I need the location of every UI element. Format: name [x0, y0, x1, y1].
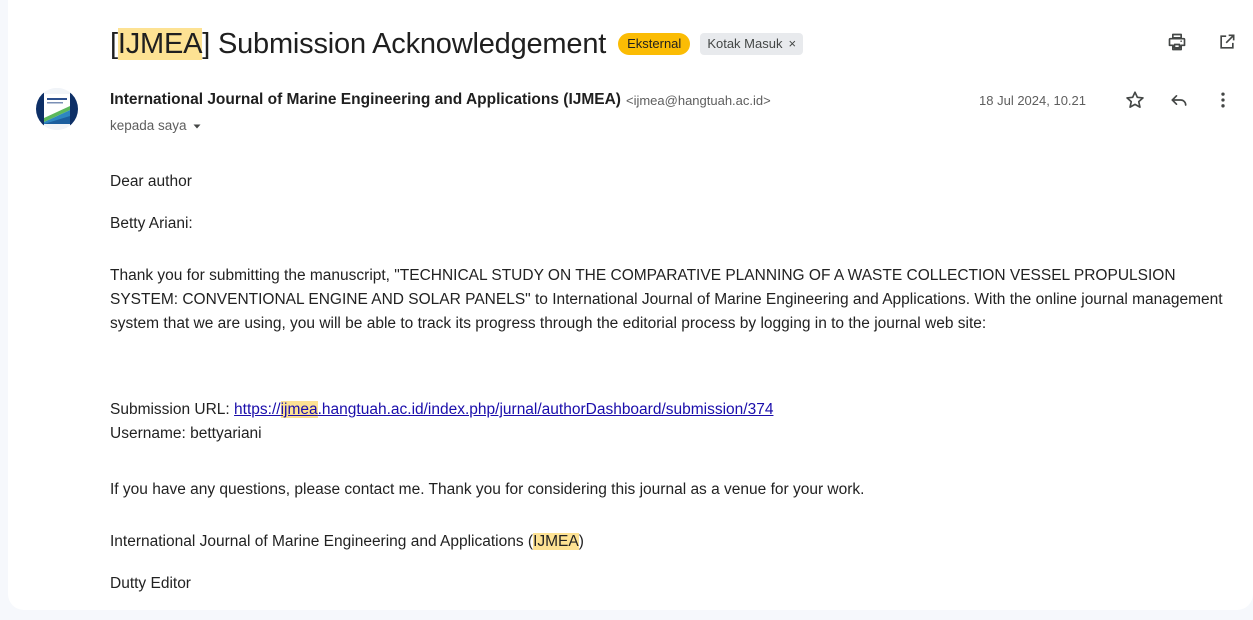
- open-in-new-window-button[interactable]: [1215, 30, 1239, 54]
- print-button[interactable]: [1165, 30, 1189, 54]
- remove-label-button[interactable]: ×: [788, 36, 796, 52]
- print-icon: [1168, 33, 1186, 51]
- recipient-name: Betty Ariani:: [110, 215, 193, 232]
- inbox-label-text: Kotak Masuk: [707, 36, 783, 51]
- url-part-rest: .hangtuah.ac.id/index.php/jurnal/authorD…: [317, 401, 774, 418]
- caret-down-icon: [193, 124, 201, 128]
- journal-name-highlight: IJMEA: [533, 533, 579, 550]
- star-icon: [1126, 91, 1144, 108]
- url-part-highlight: ijmea: [280, 401, 318, 418]
- more-vert-icon: [1221, 92, 1225, 108]
- signature: Dutty Editor: [110, 575, 191, 592]
- reply-button[interactable]: [1167, 88, 1191, 112]
- recipient-text: kepada saya: [110, 118, 187, 133]
- inbox-label-chip[interactable]: Kotak Masuk ×: [700, 33, 804, 55]
- main-paragraph: Thank you for submitting the manuscript,…: [110, 267, 1223, 332]
- more-options-button[interactable]: [1211, 88, 1235, 112]
- message-actions: [1123, 88, 1235, 112]
- sender-avatar[interactable]: [36, 88, 78, 130]
- sender-row: International Journal of Marine Engineer…: [110, 88, 1253, 112]
- email-subject: [IJMEA] Submission Acknowledgement: [110, 27, 607, 61]
- journal-cover-image: [36, 88, 78, 130]
- username-line: Username: bettyariani: [110, 425, 262, 442]
- reply-icon: [1171, 95, 1187, 106]
- subject-prefix: [: [110, 27, 118, 60]
- subject-highlight: IJMEA: [117, 27, 203, 60]
- email-date: 18 Jul 2024, 10.21: [979, 92, 1086, 108]
- url-part-scheme: https://: [234, 401, 281, 418]
- journal-name-pre: International Journal of Marine Engineer…: [110, 533, 534, 550]
- journal-name-post: ): [578, 533, 584, 550]
- greeting: Dear author: [110, 173, 192, 190]
- submission-url-line: Submission URL: https://ijmea.hangtuah.a…: [110, 398, 773, 422]
- subject-row: [IJMEA] Submission Acknowledgement Ekste…: [110, 22, 1253, 66]
- questions-paragraph: If you have any questions, please contac…: [110, 481, 865, 498]
- open-in-new-window-icon: [1220, 34, 1235, 49]
- external-badge: Eksternal: [618, 33, 691, 55]
- sender-name[interactable]: International Journal of Marine Engineer…: [110, 91, 621, 109]
- submission-url-link[interactable]: https://ijmea.hangtuah.ac.id/index.php/j…: [234, 401, 773, 418]
- star-button[interactable]: [1123, 88, 1147, 112]
- journal-name-line: International Journal of Marine Engineer…: [110, 530, 584, 554]
- subject-rest: ] Submission Acknowledgement: [202, 27, 607, 60]
- submission-url-label: Submission URL:: [110, 401, 235, 418]
- recipient-details-toggle[interactable]: kepada saya: [110, 118, 203, 133]
- subject-actions: [1165, 30, 1239, 54]
- sender-email: <ijmea@hangtuah.ac.id>: [625, 92, 771, 108]
